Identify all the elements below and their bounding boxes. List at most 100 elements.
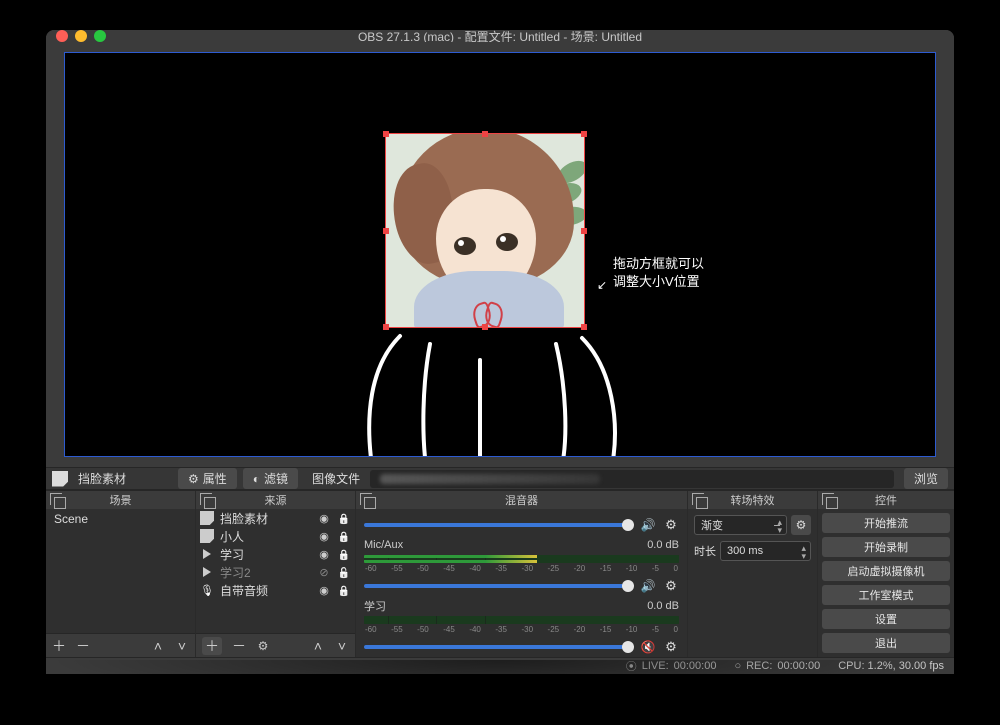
popout-icon[interactable] [822,493,834,505]
source-type-icon [200,583,214,597]
annotation-arrow-icon: ↙ [597,277,607,294]
scene-up-button[interactable]: ˄ [151,638,165,654]
meter-scale: -60-55-50-45-40-35-30-25-20-15-10-50 [364,564,679,573]
source-type-icon [200,547,214,561]
titlebar[interactable]: OBS 27.1.3 (mac) - 配置文件: Untitled - 场景: … [46,30,954,42]
duration-label: 时长 [694,543,716,559]
control-button[interactable]: 开始录制 [822,537,950,557]
lock-toggle[interactable] [337,547,351,561]
source-label: 小人 [220,528,311,545]
volume-slider[interactable] [364,645,633,649]
control-button[interactable]: 退出 [822,633,950,653]
resize-handle-ne[interactable] [581,131,587,137]
resize-handle-n[interactable] [482,131,488,137]
channel-settings-button[interactable] [663,517,679,533]
source-item[interactable]: 学习2 [196,563,355,581]
transition-select[interactable]: 渐变 ▴▾ [694,515,787,535]
resize-handle-w[interactable] [383,228,389,234]
gear-icon [188,472,199,486]
add-scene-button[interactable]: ＋ [52,636,66,656]
lock-toggle[interactable] [337,565,351,579]
popout-icon[interactable] [200,493,212,505]
volume-slider[interactable] [364,523,633,527]
resize-handle-se[interactable] [581,324,587,330]
sources-list[interactable]: 挡脸素材小人学习学习2自带音频 [196,509,355,633]
close-window-button[interactable] [56,30,68,42]
mixer-header[interactable]: 混音器 [356,491,687,509]
scene-item[interactable]: Scene [46,509,195,529]
scene-down-button[interactable]: ˅ [175,638,189,654]
transitions-panel: 转场特效 渐变 ▴▾ 时长 300 ms ▴▾ [688,491,818,657]
visibility-toggle[interactable] [317,529,331,543]
image-source-icon [52,471,68,487]
sources-panel: 来源 挡脸素材小人学习学习2自带音频 ＋ － ˄ ˅ [196,491,356,657]
preview-area: ↙ 拖动方框就可以 调整大小V位置 [46,42,954,467]
control-button[interactable]: 启动虚拟摄像机 [822,561,950,581]
visibility-toggle[interactable] [317,511,331,525]
lock-toggle[interactable] [337,583,351,597]
popout-icon[interactable] [692,493,704,505]
sources-header[interactable]: 来源 [196,491,355,509]
mute-button[interactable]: 🔊 [639,579,657,593]
source-label: 挡脸素材 [220,510,311,527]
channel-db: 0.0 dB [647,539,679,551]
properties-button[interactable]: 属性 [178,468,237,489]
controls-header[interactable]: 控件 [818,491,954,509]
volume-slider[interactable] [364,584,633,588]
lock-toggle[interactable] [337,529,351,543]
mixer-list: 🔊 Mic/Aux 0.0 dB -60-55-50-45-40-35-30-25-2… [356,509,687,657]
channel-settings-button[interactable] [663,578,679,594]
source-item[interactable]: 小人 [196,527,355,545]
minimize-window-button[interactable] [75,30,87,42]
source-item[interactable]: 挡脸素材 [196,509,355,527]
preview-canvas[interactable]: ↙ 拖动方框就可以 调整大小V位置 [64,52,936,457]
duration-spinbox[interactable]: 300 ms ▴▾ [720,541,811,561]
resize-handle-e[interactable] [581,228,587,234]
visibility-toggle[interactable] [317,565,331,579]
audio-meter [364,616,679,624]
popout-icon[interactable] [360,493,372,505]
remove-source-button[interactable]: － [232,636,246,656]
transitions-header[interactable]: 转场特效 [688,491,817,509]
filters-icon: ◐ [253,472,260,486]
control-button[interactable]: 开始推流 [822,513,950,533]
gear-icon [796,518,807,532]
obs-window: OBS 27.1.3 (mac) - 配置文件: Untitled - 场景: … [46,30,954,670]
channel-settings-button[interactable] [663,639,679,655]
lock-toggle[interactable] [337,511,351,525]
channel-name: Mic/Aux [364,539,403,551]
visibility-toggle[interactable] [317,583,331,597]
avatar-image [386,134,584,327]
annotation-text: ↙ 拖动方框就可以 调整大小V位置 [613,255,704,291]
filters-button[interactable]: ◐滤镜 [243,468,298,489]
resize-handle-sw[interactable] [383,324,389,330]
scenes-footer: ＋ － ˄ ˅ [46,633,195,657]
control-button[interactable]: 设置 [822,609,950,629]
transition-settings-button[interactable] [791,515,811,535]
control-button[interactable]: 工作室模式 [822,585,950,605]
visibility-toggle[interactable] [317,547,331,561]
sources-footer: ＋ － ˄ ˅ [196,633,355,657]
resize-handle-s[interactable] [482,324,488,330]
popout-icon[interactable] [50,493,62,505]
source-type-icon [200,511,214,525]
source-label: 学习 [220,546,311,563]
source-up-button[interactable]: ˄ [311,638,325,654]
zoom-window-button[interactable] [94,30,106,42]
scenes-list[interactable]: Scene [46,509,195,633]
source-label: 学习2 [220,564,311,581]
source-item[interactable]: 自带音频 [196,581,355,599]
source-item[interactable]: 学习 [196,545,355,563]
mute-button[interactable]: 🔇 [639,640,657,654]
selected-source-bbox[interactable] [385,133,585,328]
remove-scene-button[interactable]: － [76,636,90,656]
source-down-button[interactable]: ˅ [335,638,349,654]
browse-button[interactable]: 浏览 [904,468,948,489]
mute-button[interactable]: 🔊 [639,518,657,532]
imagefile-path-field[interactable] [370,470,894,488]
source-properties-button[interactable] [256,639,270,653]
scenes-header[interactable]: 场景 [46,491,195,509]
add-source-button[interactable]: ＋ [202,637,222,655]
resize-handle-nw[interactable] [383,131,389,137]
audio-meter [364,555,679,563]
